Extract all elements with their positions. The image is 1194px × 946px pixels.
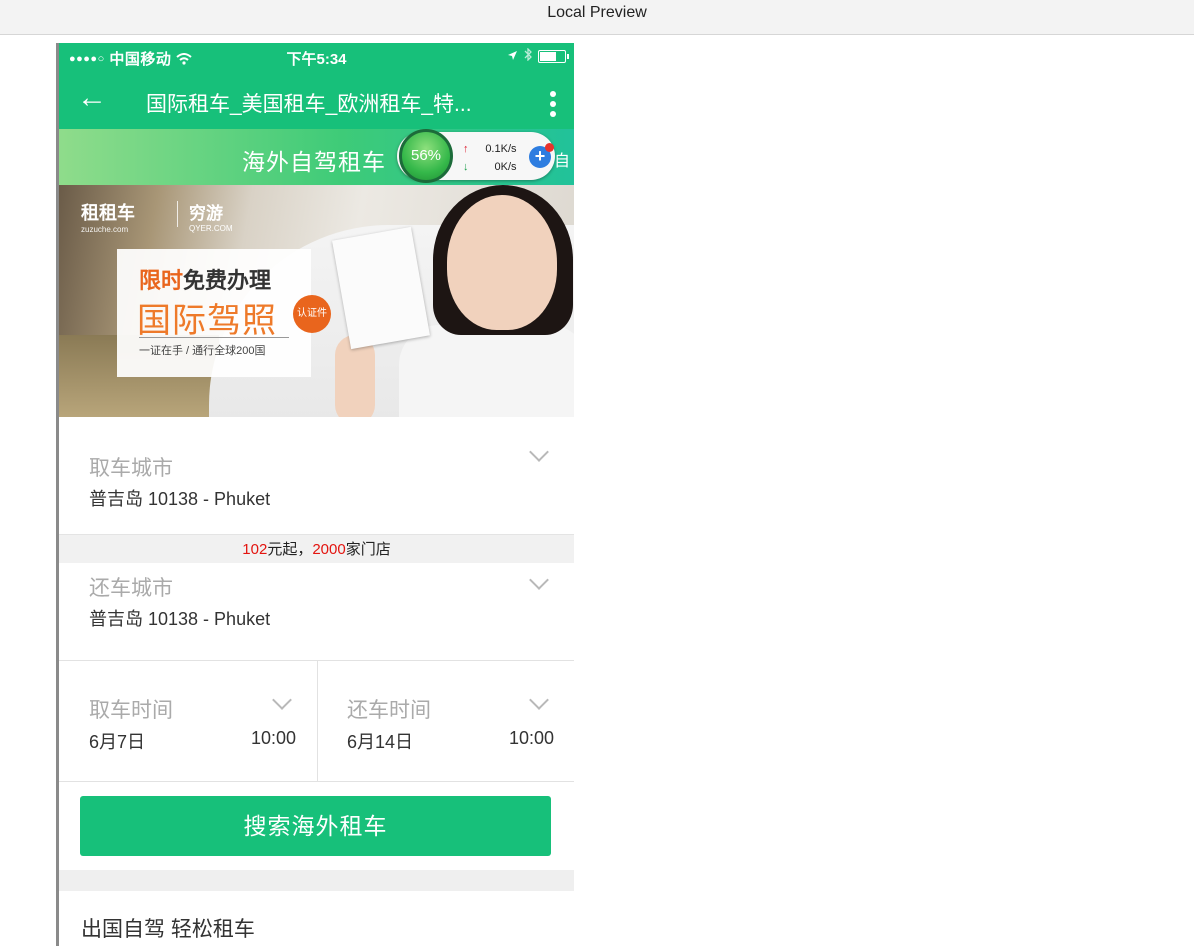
promo-subtitle: 一证在手 / 通行全球200国 [139,345,266,357]
pickup-city-label: 取车城市 [89,457,173,480]
status-time: 下午5:34 [286,51,347,68]
logo-divider [177,201,178,227]
download-rate: 0K/s [494,161,517,173]
promo-rule [139,337,289,338]
person-body-image [399,325,574,417]
promo-headline: 限时免费办理 [139,268,272,293]
battery-icon [538,50,569,63]
section-gap [59,870,574,891]
navigation-bar: ← 国际租车_美国租车_欧洲租车_特... [59,71,574,129]
chevron-down-icon [272,690,292,710]
status-icons [507,47,569,65]
pickup-city-field[interactable]: 取车城市 普吉岛 10138 - Phuket [59,417,574,534]
bluetooth-icon [524,47,532,65]
preview-window-title: Local Preview [0,0,1194,35]
header-truncated-text: 自 [553,153,570,170]
network-rates: ↑ 0.1K/s ↓ 0K/s [463,140,517,176]
pickup-city-value: 普吉岛 10138 - Phuket [89,489,271,509]
chevron-down-icon [529,442,549,462]
divider [59,781,574,782]
return-city-label: 还车城市 [89,577,173,600]
search-button[interactable]: 搜索海外租车 [80,796,551,856]
promo-badge: 认证件 [293,295,331,333]
pickup-time-label: 取车时间 [89,699,173,722]
promo-card: 限时免费办理 国际驾照 一证在手 / 通行全球200国 认证件 [117,249,331,377]
back-arrow-icon[interactable]: ← [77,83,107,113]
pickup-hour-value: 10:00 [250,728,296,748]
plus-icon[interactable]: + [529,143,554,168]
price-notice: 102元起，2000家门店 [59,534,574,564]
network-speed-widget[interactable]: 56% ↑ 0.1K/s ↓ 0K/s + [397,129,555,183]
section-title: 出国自驾 轻松租车 [81,918,255,941]
upload-rate: 0.1K/s [485,143,517,155]
location-arrow-icon [507,48,518,65]
page-header-banner: 海外自驾租车 自 56% ↑ 0.1K/s ↓ 0K/s + [59,129,574,185]
more-menu-icon[interactable] [550,91,556,121]
chevron-down-icon [529,690,549,710]
qyer-logo: 穷游 QYER.COM [189,204,233,233]
return-hour-value: 10:00 [508,728,554,748]
header-title: 海外自驾租车 [242,149,386,175]
status-bar: ●●●●○ 中国移动 下午5:34 [59,43,574,71]
return-city-value: 普吉岛 10138 - Phuket [89,609,271,629]
memory-usage-indicator[interactable]: 56% [399,129,453,183]
chevron-down-icon [529,570,549,590]
return-time-field[interactable]: 还车时间 6月14日 10:00 [317,661,574,781]
pickup-date-value: 6月7日 [89,732,146,752]
phone-screen: ●●●●○ 中国移动 下午5:34 ← 国际租车_美国租车_欧洲租车_特... … [56,43,574,946]
return-city-field[interactable]: 还车城市 普吉岛 10138 - Phuket [59,563,574,660]
zuzuche-logo: 租租车 zuzuche.com [81,203,135,234]
promo-banner[interactable]: 租租车 zuzuche.com 穷游 QYER.COM 限时免费办理 国际驾照 … [59,185,574,417]
page-title: 国际租车_美国租车_欧洲租车_特... [146,93,472,116]
pickup-time-field[interactable]: 取车时间 6月7日 10:00 [59,661,316,781]
person-face-image [447,195,557,330]
return-date-value: 6月14日 [347,732,414,752]
promo-title: 国际驾照 [137,302,277,340]
return-time-label: 还车时间 [347,699,431,722]
